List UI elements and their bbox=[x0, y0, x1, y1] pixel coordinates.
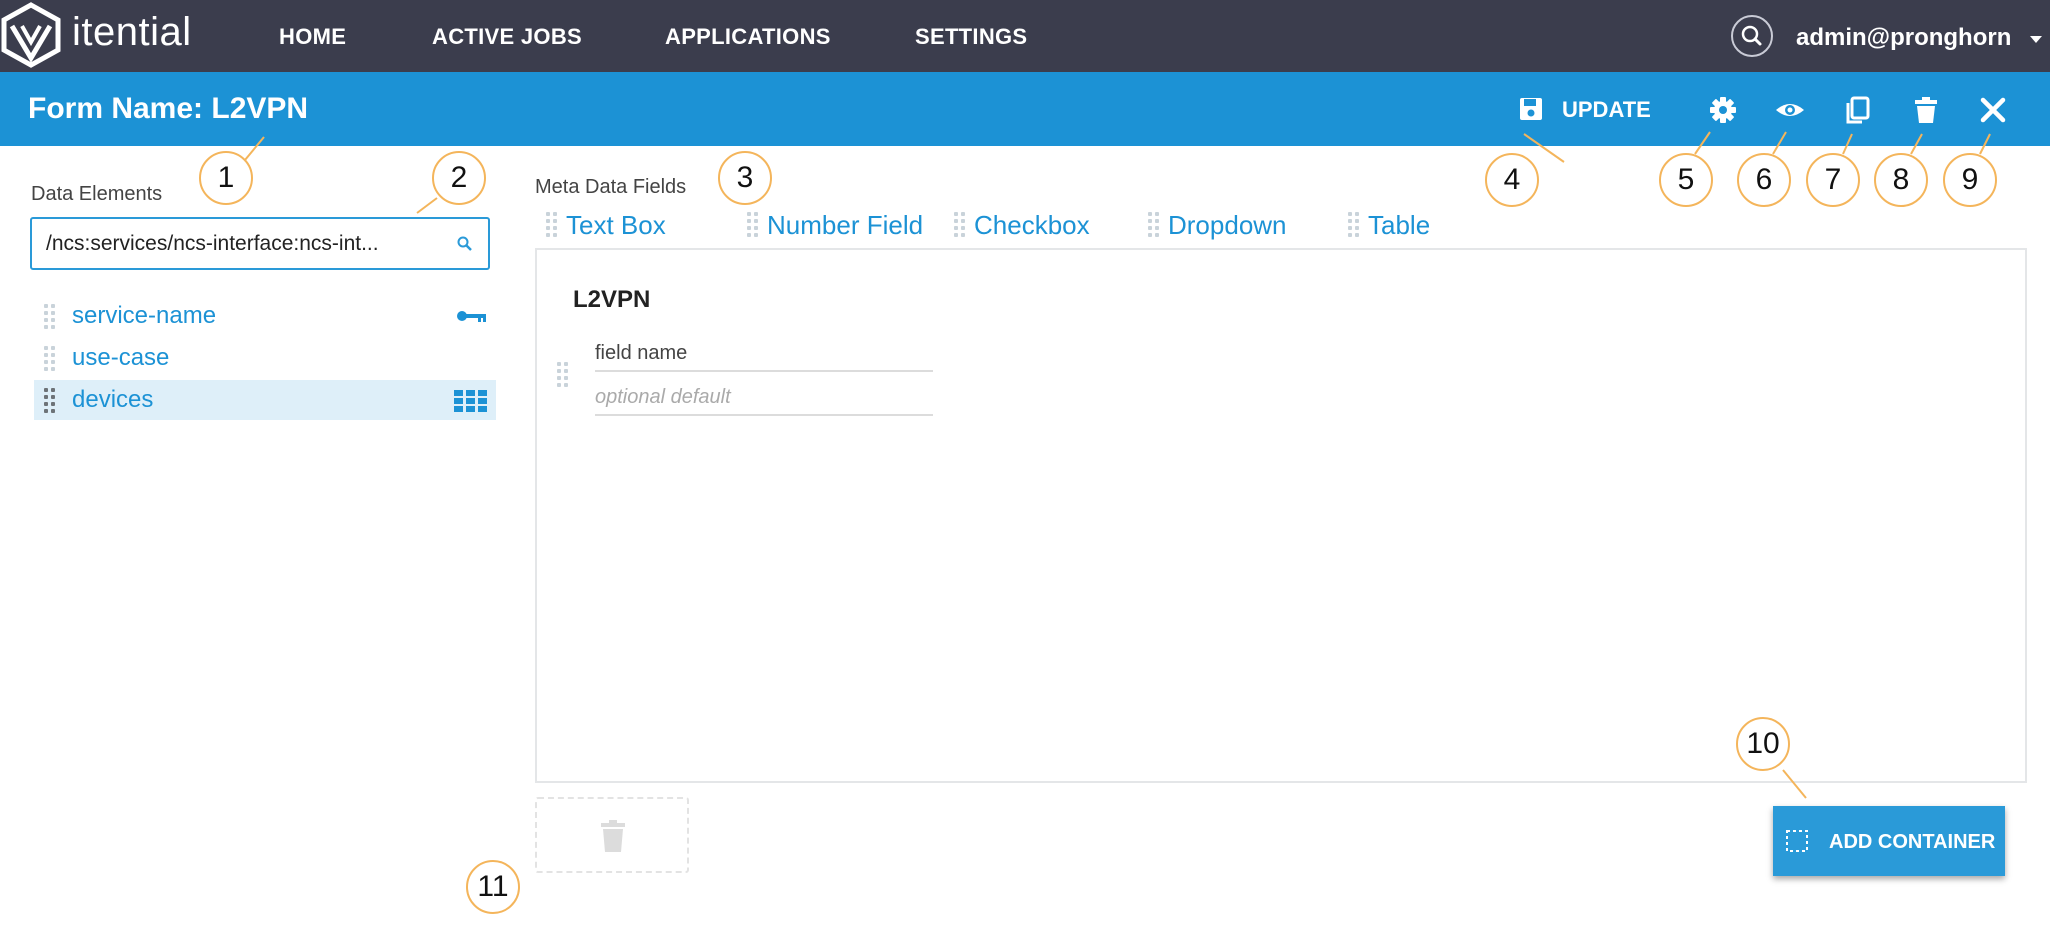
itential-logo-icon[interactable] bbox=[0, 2, 62, 68]
callout-4: 4 bbox=[1485, 153, 1539, 207]
chevron-down-icon[interactable] bbox=[2030, 36, 2042, 43]
search-icon bbox=[1741, 25, 1762, 46]
callout-2: 2 bbox=[432, 151, 486, 205]
meta-field-label: Dropdown bbox=[1168, 210, 1287, 240]
drag-handle-icon[interactable] bbox=[44, 388, 56, 413]
table-grid-icon bbox=[454, 390, 487, 412]
meta-field-label: Text Box bbox=[566, 210, 666, 240]
drag-handle-icon[interactable] bbox=[1148, 212, 1160, 237]
user-menu[interactable]: admin@pronghorn bbox=[1796, 24, 2011, 52]
add-container-icon bbox=[1786, 830, 1808, 852]
callout-5: 5 bbox=[1659, 153, 1713, 207]
callout-6: 6 bbox=[1737, 153, 1791, 207]
data-elements-search-input[interactable] bbox=[46, 231, 446, 257]
save-icon bbox=[1520, 98, 1542, 120]
data-element-service-name[interactable]: service-name bbox=[34, 296, 496, 336]
container-title[interactable]: L2VPN bbox=[573, 286, 650, 314]
global-search-button[interactable] bbox=[1731, 15, 1773, 57]
nav-home[interactable]: HOME bbox=[279, 24, 346, 50]
callout-11: 11 bbox=[466, 860, 520, 914]
key-icon bbox=[457, 311, 486, 322]
form-toolbar: Form Name: L2VPN UPDATE bbox=[0, 72, 2050, 146]
drag-handle-icon[interactable] bbox=[44, 346, 56, 371]
nav-applications[interactable]: APPLICATIONS bbox=[665, 24, 831, 50]
update-label: UPDATE bbox=[1562, 97, 1651, 122]
preview-eye-icon[interactable] bbox=[1774, 94, 1806, 126]
meta-field-label: Checkbox bbox=[974, 210, 1090, 240]
search-icon[interactable] bbox=[456, 235, 474, 253]
trash-icon bbox=[601, 820, 625, 852]
data-elements-label: Data Elements bbox=[31, 183, 163, 205]
callout-9: 9 bbox=[1943, 153, 1997, 207]
callout-8: 8 bbox=[1874, 153, 1928, 207]
meta-field-label: Table bbox=[1368, 210, 1431, 240]
brand-name[interactable]: itential bbox=[72, 10, 192, 55]
delete-icon[interactable] bbox=[1910, 94, 1942, 126]
data-element-use-case[interactable]: use-case bbox=[34, 338, 496, 378]
drag-handle-icon[interactable] bbox=[954, 212, 966, 237]
duplicate-icon[interactable] bbox=[1842, 94, 1874, 126]
settings-icon[interactable] bbox=[1707, 94, 1739, 126]
field-name-input[interactable] bbox=[595, 336, 933, 372]
callout-7: 7 bbox=[1806, 153, 1860, 207]
default-value-input[interactable] bbox=[595, 380, 933, 416]
drag-handle-icon[interactable] bbox=[1348, 212, 1360, 237]
drag-handle-icon[interactable] bbox=[747, 212, 759, 237]
drag-handle-icon[interactable] bbox=[44, 304, 56, 329]
nav-settings[interactable]: SETTINGS bbox=[915, 24, 1027, 50]
callout-1: 1 bbox=[199, 151, 253, 205]
nav-active-jobs[interactable]: ACTIVE JOBS bbox=[432, 24, 582, 50]
callout-3: 3 bbox=[718, 151, 772, 205]
add-container-label: ADD CONTAINER bbox=[1829, 831, 1996, 853]
form-title: Form Name: L2VPN bbox=[28, 92, 309, 125]
data-element-label: devices bbox=[72, 386, 154, 413]
drag-handle-icon[interactable] bbox=[546, 212, 558, 237]
data-element-devices[interactable]: devices bbox=[34, 380, 496, 420]
data-elements-search-field[interactable] bbox=[30, 217, 490, 270]
add-container-button[interactable]: ADD CONTAINER bbox=[1773, 806, 2005, 876]
meta-field-label: Number Field bbox=[767, 210, 924, 240]
top-nav-bar: itential HOME ACTIVE JOBS APPLICATIONS S… bbox=[0, 0, 2050, 72]
form-canvas[interactable]: L2VPN bbox=[535, 248, 2027, 783]
close-icon[interactable] bbox=[1977, 94, 2009, 126]
trash-drop-zone[interactable] bbox=[535, 797, 689, 873]
data-element-label: service-name bbox=[72, 302, 217, 329]
data-element-label: use-case bbox=[72, 344, 170, 371]
drag-handle-icon[interactable] bbox=[557, 362, 569, 387]
meta-data-fields-label: Meta Data Fields bbox=[535, 176, 687, 198]
callout-10: 10 bbox=[1736, 717, 1790, 771]
